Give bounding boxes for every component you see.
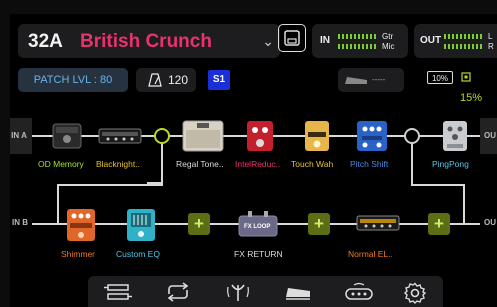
gear-icon: [404, 282, 427, 304]
noise-gate-pedal-icon: [247, 121, 273, 151]
touch-wah-label: Touch Wah: [291, 159, 334, 169]
input-label: IN: [320, 35, 330, 46]
add-block-button-1[interactable]: +: [188, 213, 210, 235]
od-pedal-icon: [52, 123, 82, 149]
od-memory-block[interactable]: [52, 123, 82, 154]
routing-button[interactable]: [104, 282, 132, 302]
add-block-button-2[interactable]: +: [308, 213, 330, 235]
loop-button[interactable]: [164, 282, 192, 302]
merge-node[interactable]: [404, 128, 420, 144]
input-meter-mic: [338, 44, 378, 49]
fx-return-label: FX RETURN: [234, 249, 283, 259]
split-node[interactable]: [154, 128, 170, 144]
input-mic-label: Mic: [382, 42, 395, 51]
preset-number: 32A: [28, 31, 63, 52]
eq-pedal-icon: [127, 209, 155, 241]
normal-el-block[interactable]: [356, 214, 400, 237]
save-icon: [284, 30, 300, 46]
preset-name: British Crunch: [80, 31, 212, 52]
pingpong-block[interactable]: [442, 120, 468, 157]
wire-split-left-horizontal: [57, 184, 163, 186]
add-block-button-3[interactable]: +: [428, 213, 450, 235]
wire-split-left-down: [57, 184, 59, 224]
wire-merge-right-horizontal: [411, 184, 465, 186]
metronome-icon: [148, 73, 162, 87]
expression-pedal-button[interactable]: -----: [338, 68, 404, 92]
intelreduc-block[interactable]: [246, 120, 274, 157]
output-b-label[interactable]: OU: [484, 218, 496, 227]
expression-button[interactable]: [284, 282, 312, 302]
output-a-tab[interactable]: OU: [480, 118, 497, 154]
blacknight-label: Blacknight..: [96, 159, 140, 169]
fx-loop-text: FX LOOP: [244, 224, 271, 230]
expression-icon: [286, 288, 310, 300]
expression-value: -----: [372, 75, 386, 84]
custom-eq-block[interactable]: [126, 208, 156, 247]
output-l-label: L: [488, 32, 493, 41]
od-memory-label: OD Memory: [38, 159, 84, 169]
tuner-icon: [227, 284, 249, 301]
pitch-shift-block[interactable]: [356, 120, 388, 157]
loop-icon: [167, 282, 189, 302]
delay-pedal-icon: [443, 121, 467, 151]
save-button[interactable]: [278, 24, 306, 52]
tuner-button[interactable]: [224, 282, 252, 302]
cpu-icon: [461, 72, 471, 82]
input-a-tab[interactable]: IN A: [10, 118, 32, 154]
wire-split-left: [147, 144, 161, 184]
input-b-label[interactable]: IN B: [12, 218, 28, 227]
input-meter-panel[interactable]: IN Gtr Mic: [312, 24, 408, 58]
controller-button[interactable]: [344, 282, 373, 302]
custom-eq-label: Custom EQ: [116, 249, 160, 259]
expression-pedal-icon: [345, 77, 367, 84]
output-meter-l: [444, 34, 484, 39]
blacknight-block[interactable]: [98, 126, 142, 151]
regal-tone-label: Regal Tone..: [176, 159, 224, 169]
normal-el-label: Normal EL..: [348, 249, 393, 259]
regal-tone-block[interactable]: [182, 120, 224, 157]
output-meter-r: [444, 44, 484, 49]
snapshot-button[interactable]: S1: [208, 70, 230, 90]
fx-return-block[interactable]: FX LOOP: [238, 210, 278, 243]
input-meter-gtr: [338, 34, 378, 39]
routing-icon: [104, 284, 132, 300]
patch-level-button[interactable]: PATCH LVL : 80: [18, 68, 128, 92]
shimmer-label: Shimmer: [61, 249, 96, 259]
input-gtr-label: Gtr: [382, 32, 394, 41]
amp-head-icon: [356, 215, 400, 231]
tempo-value: 120: [168, 73, 189, 87]
preset-selector[interactable]: 32A British Crunch ⌄: [18, 24, 280, 58]
wire-split-left-vertical: [161, 142, 163, 184]
cpu-value: 15%: [460, 92, 483, 104]
pitch-shift-label: Pitch Shift: [350, 159, 389, 169]
touch-wah-block[interactable]: [304, 120, 330, 157]
intelreduc-label: IntelReduc..: [235, 159, 281, 169]
wire-merge-right-vertical: [411, 142, 413, 184]
bottom-toolbar: [88, 276, 443, 307]
output-label: OUT: [420, 35, 442, 46]
shimmer-block[interactable]: [66, 208, 96, 247]
controller-icon: [345, 282, 373, 300]
battery-indicator: 10%: [427, 71, 453, 84]
wah-pedal-icon: [305, 121, 329, 151]
tempo-button[interactable]: 120: [136, 68, 196, 92]
chevron-down-icon: ⌄: [262, 33, 274, 49]
cpu-indicator: 15%: [460, 68, 497, 108]
amp-combo-icon: [182, 120, 224, 152]
amp-head-icon: [98, 128, 142, 144]
wire-merge-right-down: [463, 184, 465, 224]
screen: 32A British Crunch ⌄ IN Gtr Mic OUT L R …: [10, 14, 497, 307]
output-meter-panel[interactable]: OUT L R: [414, 24, 497, 58]
pitch-pedal-icon: [357, 121, 387, 151]
output-r-label: R: [488, 42, 494, 51]
device-frame: 32A British Crunch ⌄ IN Gtr Mic OUT L R …: [0, 0, 497, 307]
reverb-pedal-icon: [67, 209, 95, 241]
pingpong-label: PingPong: [432, 159, 469, 169]
settings-button[interactable]: [404, 282, 432, 304]
